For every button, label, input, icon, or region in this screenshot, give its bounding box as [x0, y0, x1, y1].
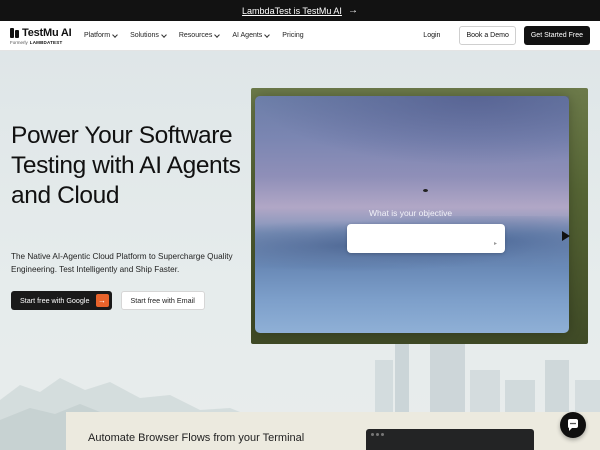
- window-controls-icon: [371, 433, 384, 436]
- chevron-down-icon: [214, 31, 221, 38]
- menu-item-solutions[interactable]: Solutions: [130, 31, 167, 39]
- terminal-feature-section: Automate Browser Flows from your Termina…: [66, 412, 600, 450]
- logo-name: TestMu AI: [22, 26, 72, 39]
- menu-item-label: Pricing: [282, 32, 304, 39]
- login-link[interactable]: Login: [412, 32, 451, 39]
- section-title: Automate Browser Flows from your Termina…: [88, 432, 305, 444]
- terminal-window: [366, 429, 534, 450]
- book-demo-button[interactable]: Book a Demo: [459, 26, 516, 45]
- menu-item-label: AI Agents: [232, 32, 263, 39]
- hero-section: Power Your Software Testing with AI Agen…: [0, 51, 600, 450]
- get-started-button[interactable]: Get Started Free: [523, 26, 590, 45]
- logo-formerly: Formerly: [10, 39, 28, 45]
- arrow-right-icon: →: [347, 5, 358, 16]
- menu-item-ai-agents[interactable]: AI Agents: [232, 31, 271, 39]
- chat-bubble-icon: [568, 419, 578, 431]
- menu-item-resources[interactable]: Resources: [178, 31, 221, 39]
- demo-screen: What is your objective ▸: [255, 96, 569, 333]
- hero-title: Power Your Software Testing with AI Agen…: [11, 122, 241, 209]
- menu-item-platform[interactable]: Platform: [84, 31, 118, 39]
- chevron-down-icon: [112, 31, 118, 38]
- main-menu: Platform Solutions Resources AI Agents P…: [84, 31, 304, 39]
- bird-icon: [423, 189, 428, 192]
- hero-subtitle: The Native AI-Agentic Cloud Platform to …: [11, 252, 233, 274]
- testmu-logo-icon: [10, 27, 19, 38]
- menu-item-pricing[interactable]: Pricing: [282, 32, 303, 39]
- objective-prompt-label: What is your objective: [369, 208, 453, 218]
- menu-item-label: Resources: [178, 32, 213, 39]
- logo-formerly-brand: LAMBDATEST: [29, 39, 63, 45]
- start-free-email-button[interactable]: Start free with Email: [120, 291, 205, 310]
- start-free-google-button[interactable]: Start free with Google →: [11, 291, 112, 310]
- send-icon[interactable]: ▸: [494, 240, 497, 247]
- chevron-down-icon: [161, 31, 167, 38]
- menu-item-label: Platform: [84, 32, 111, 39]
- chevron-down-icon: [264, 31, 271, 38]
- cursor-pointer-icon: [562, 231, 570, 241]
- hero-agent-demo: What is your objective ▸: [251, 88, 588, 344]
- announcement-banner[interactable]: LambdaTest is TestMu AI →: [0, 0, 600, 21]
- cta-google-label: Start free with Google: [20, 296, 90, 305]
- top-navigation: TestMu AI Formerly LAMBDATEST Platform S…: [0, 21, 600, 51]
- chat-button[interactable]: [560, 412, 586, 438]
- banner-link[interactable]: LambdaTest is TestMu AI: [242, 6, 342, 16]
- menu-item-label: Solutions: [130, 32, 159, 39]
- objective-input[interactable]: ▸: [347, 224, 505, 253]
- logo[interactable]: TestMu AI Formerly LAMBDATEST: [10, 27, 76, 45]
- arrow-right-icon: →: [95, 294, 109, 307]
